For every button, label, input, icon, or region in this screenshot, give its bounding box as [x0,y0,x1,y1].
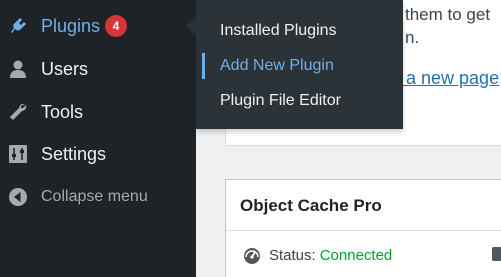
status-label: Status: [269,246,316,264]
submenu-item-label: Add New Plugin [220,57,334,74]
status-row: Status: Connected [242,244,392,266]
submenu-item-plugin-file-editor[interactable]: Plugin File Editor [196,85,403,117]
collapse-icon [8,187,28,207]
card-title: Object Cache Pro [240,196,382,215]
sidebar-item-label: Plugins [41,15,101,36]
users-icon [8,59,28,79]
sidebar-item-users[interactable]: Users [0,51,196,87]
sidebar-item-label: Tools [41,101,84,122]
plugins-submenu: Installed Plugins Add New Plugin Plugin … [196,0,403,129]
sidebar-item-settings[interactable]: Settings [0,136,196,172]
object-cache-pro-card: Object Cache Pro Status: Connected [225,179,501,277]
plugin-icon [8,16,28,36]
sidebar-item-label: Collapse menu [41,188,148,205]
content-text-fragment: them to get [405,5,491,24]
settings-icon [8,144,28,164]
update-count-badge: 4 [105,15,127,37]
submenu-item-label: Plugin File Editor [220,92,341,109]
content-text-fragment: n. [405,28,420,47]
submenu-item-label: Installed Plugins [220,22,337,39]
add-new-page-link[interactable]: l a new page [397,68,499,89]
wrench-icon [8,102,28,122]
admin-sidebar: Plugins 4 Users Tools Settings Collapse … [0,0,196,277]
sidebar-item-label: Users [41,58,89,79]
sidebar-item-label: Settings [41,143,107,164]
submenu-item-installed-plugins[interactable]: Installed Plugins [196,15,403,47]
partial-icon [492,247,501,261]
flyout-pointer [186,16,196,36]
sidebar-item-plugins[interactable]: Plugins 4 [0,8,196,44]
dashboard-icon [244,248,260,264]
collapse-menu-button[interactable]: Collapse menu [0,179,196,215]
card-divider [226,230,501,231]
status-value: Connected [319,246,393,264]
sidebar-item-tools[interactable]: Tools [0,94,196,130]
submenu-item-add-new-plugin[interactable]: Add New Plugin [196,50,403,82]
